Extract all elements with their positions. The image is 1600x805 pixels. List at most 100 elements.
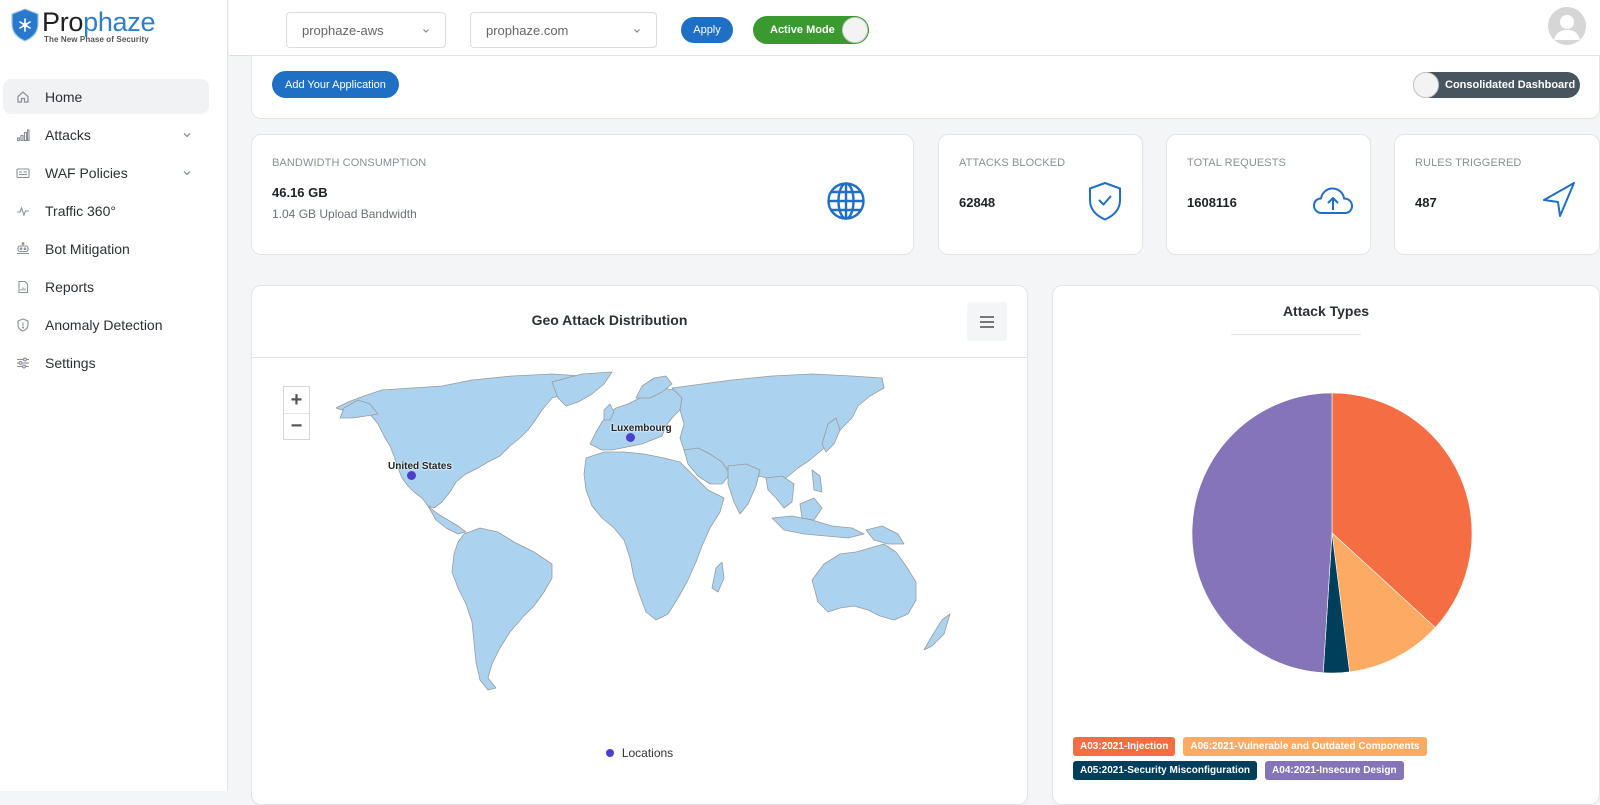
total-requests-value: 1608116 xyxy=(1187,195,1237,210)
account-select-value: prophaze-aws xyxy=(302,22,384,38)
robot-icon xyxy=(15,241,31,257)
globe-icon xyxy=(827,182,865,220)
toggle-knob xyxy=(842,17,868,43)
sidebar-item-traffic-360[interactable]: Traffic 360° xyxy=(3,193,209,228)
map-new-zealand xyxy=(923,613,951,651)
hamburger-menu-icon xyxy=(980,315,994,328)
rules-triggered-value: 487 xyxy=(1415,195,1437,210)
attack-types-card: Attack Types A03:2021-Injection A06:2021-… xyxy=(1052,285,1600,805)
sidebar-item-label: WAF Policies xyxy=(45,164,128,181)
cloud-upload-icon xyxy=(1313,187,1353,214)
sidebar: Prophaze The New Phase of Security Home … xyxy=(0,0,228,791)
legend-locations-label: Locations xyxy=(621,746,674,760)
chevron-down-icon xyxy=(634,29,640,33)
geo-attack-card: Geo Attack Distribution + − United State… xyxy=(251,285,1028,805)
sidebar-item-label: Reports xyxy=(45,278,95,295)
pie-slice-a04-2021[interactable] xyxy=(1191,392,1333,674)
map-zoom-control: + − xyxy=(283,386,310,440)
map-label-luxembourg: Luxembourg xyxy=(611,423,672,434)
rules-triggered-label: RULES TRIGGERED xyxy=(1415,157,1522,169)
sidebar-item-attacks[interactable]: Attacks xyxy=(3,117,209,152)
toggle-knob xyxy=(1413,72,1439,98)
total-requests-label: TOTAL REQUESTS xyxy=(1187,157,1286,169)
geo-card-title: Geo Attack Distribution xyxy=(531,312,688,328)
shield-logo-icon xyxy=(11,8,39,42)
domain-select-value: prophaze.com xyxy=(486,22,569,38)
zoom-in-button[interactable]: + xyxy=(284,387,309,413)
bandwidth-value: 46.16 GB xyxy=(272,185,328,200)
map-madagascar xyxy=(711,561,725,593)
map-marker-luxembourg[interactable] xyxy=(626,433,635,442)
sidebar-item-label: Bot Mitigation xyxy=(45,240,130,257)
total-requests-card: TOTAL REQUESTS 1608116 xyxy=(1166,134,1371,255)
map-south-america xyxy=(451,527,553,691)
brand-name-part1: Pro xyxy=(42,7,84,37)
map-north-america xyxy=(335,373,593,509)
bandwidth-card: BANDWIDTH CONSUMPTION 46.16 GB 1.04 GB U… xyxy=(251,134,914,255)
map-label-united-states: United States xyxy=(388,461,452,472)
add-application-button[interactable]: Add Your Application xyxy=(272,71,399,98)
report-file-icon xyxy=(15,279,31,295)
legend-pill-a05-2021[interactable]: A05:2021-Security Misconfiguration xyxy=(1073,761,1258,780)
sidebar-item-label: Anomaly Detection xyxy=(45,316,163,333)
top-bar: prophaze-aws prophaze.com Apply Active M… xyxy=(229,0,1600,56)
map-central-america xyxy=(427,505,467,535)
attack-types-pie-chart xyxy=(1191,392,1473,674)
map-papua xyxy=(865,525,905,545)
sidebar-item-label: Traffic 360° xyxy=(45,202,116,219)
bandwidth-label: BANDWIDTH CONSUMPTION xyxy=(272,157,427,169)
sidebar-item-anomaly-detection[interactable]: Anomaly Detection xyxy=(3,307,209,342)
sidebar-item-waf-policies[interactable]: WAF Policies xyxy=(3,155,209,190)
map-southeast-asia xyxy=(765,475,795,509)
attacks-blocked-value: 62848 xyxy=(959,195,996,210)
user-silhouette-icon xyxy=(1548,7,1586,45)
map-australia xyxy=(811,543,917,621)
sidebar-item-label: Settings xyxy=(45,354,96,371)
map-india xyxy=(727,463,761,515)
shield-alert-icon xyxy=(15,317,31,333)
apply-button[interactable]: Apply xyxy=(681,17,733,43)
consolidated-dashboard-toggle[interactable]: Consolidated Dashboard xyxy=(1413,72,1580,98)
zoom-out-button[interactable]: − xyxy=(284,413,309,439)
brand-name-part2: phaze xyxy=(83,7,156,37)
world-map[interactable] xyxy=(252,358,1027,738)
legend-pill-a06-2021[interactable]: A06:2021-Vulnerable and Outdated Compone… xyxy=(1183,737,1427,756)
user-avatar[interactable] xyxy=(1548,7,1586,45)
chevron-down-icon xyxy=(183,132,191,137)
attacks-blocked-label: ATTACKS BLOCKED xyxy=(959,157,1066,169)
sliders-icon xyxy=(15,355,31,371)
domain-select[interactable]: prophaze.com xyxy=(470,12,657,48)
map-marker-united-states[interactable] xyxy=(407,471,416,480)
shield-check-icon xyxy=(1089,181,1121,221)
sidebar-nav: Home Attacks WAF Policies Traffic 360° B… xyxy=(3,79,209,383)
sidebar-item-reports[interactable]: Reports xyxy=(3,269,209,304)
attacks-blocked-card: ATTACKS BLOCKED 62848 xyxy=(938,134,1143,255)
home-icon xyxy=(15,89,31,105)
application-bar: Add Your Application Consolidated Dashbo… xyxy=(251,55,1600,119)
pulse-icon xyxy=(15,203,31,219)
geo-card-header: Geo Attack Distribution xyxy=(252,286,1027,358)
active-mode-toggle[interactable]: Active Mode xyxy=(753,16,869,44)
active-mode-label: Active Mode xyxy=(770,24,835,36)
chevron-down-icon xyxy=(423,29,429,33)
sidebar-item-label: Attacks xyxy=(45,126,91,143)
map-philippines xyxy=(811,469,823,493)
map-borneo xyxy=(799,497,823,521)
brand-tagline: The New Phase of Security xyxy=(44,35,149,44)
geo-legend[interactable]: Locations xyxy=(252,746,1027,760)
account-select[interactable]: prophaze-aws xyxy=(286,12,446,48)
legend-pill-a03-2021[interactable]: A03:2021-Injection xyxy=(1073,737,1176,756)
chart-menu-button[interactable] xyxy=(967,302,1007,341)
bar-chart-icon xyxy=(15,127,31,143)
sidebar-item-bot-mitigation[interactable]: Bot Mitigation xyxy=(3,231,209,266)
map-indonesia xyxy=(771,515,865,539)
brand-name: Prophaze xyxy=(42,7,156,37)
send-icon xyxy=(1543,182,1575,217)
sidebar-item-home[interactable]: Home xyxy=(3,79,209,114)
sidebar-item-settings[interactable]: Settings xyxy=(3,345,209,380)
legend-pill-a04-2021[interactable]: A04:2021-Insecure Design xyxy=(1265,761,1404,780)
chevron-down-icon xyxy=(183,170,191,175)
sidebar-item-label: Home xyxy=(45,88,83,105)
brand-logo[interactable]: Prophaze The New Phase of Security xyxy=(10,7,156,44)
policy-card-icon xyxy=(15,165,31,181)
